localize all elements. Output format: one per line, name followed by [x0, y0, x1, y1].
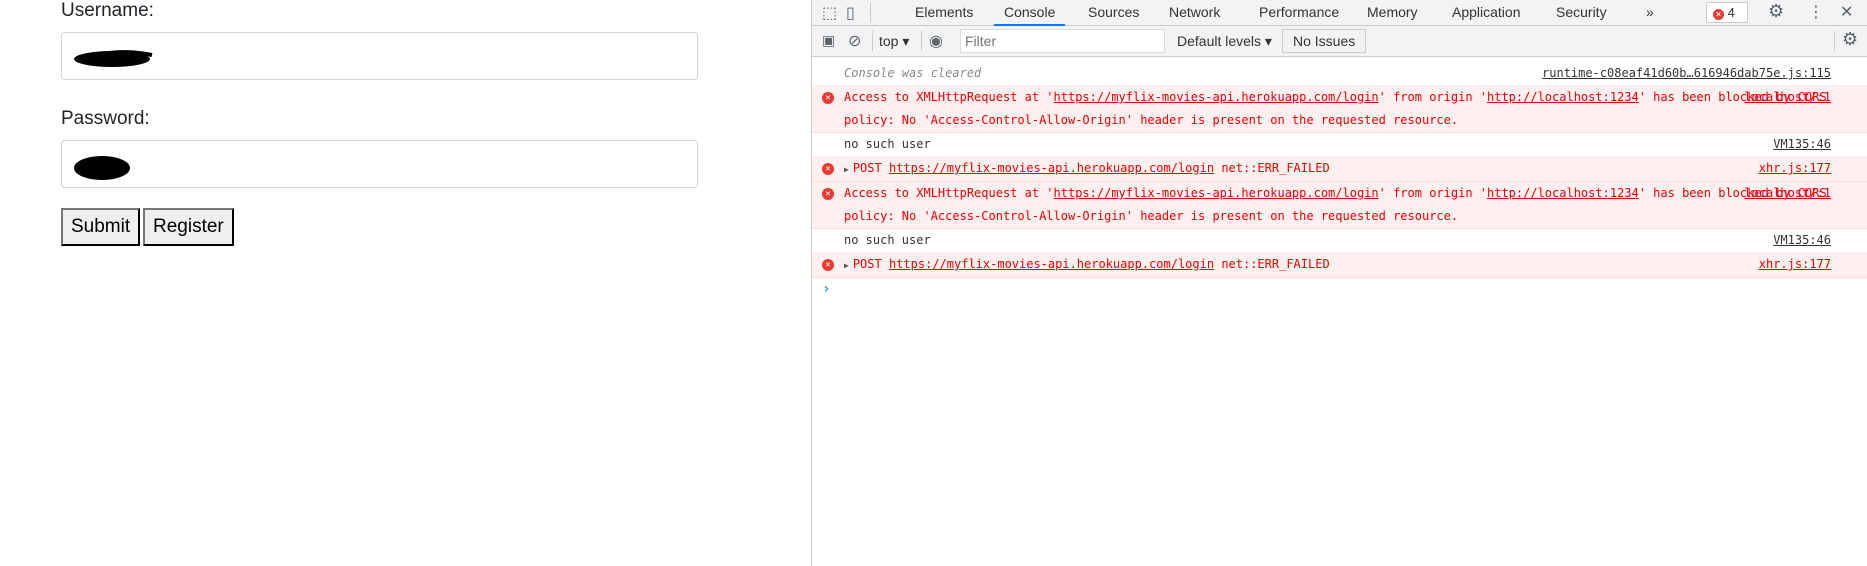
tab-network[interactable]: Network	[1169, 0, 1220, 26]
devtools-panel: ⬚ ▯ Elements Console Sources Network Per…	[811, 0, 1867, 566]
request-url-link[interactable]: https://myflix-movies-api.herokuapp.com/…	[1054, 90, 1379, 104]
message-source-link[interactable]: xhr.js:177	[1759, 253, 1831, 276]
username-input[interactable]	[61, 32, 698, 80]
tab-memory[interactable]: Memory	[1367, 0, 1418, 26]
console-message: no such user VM135:46	[812, 133, 1867, 157]
eye-icon[interactable]: ◉	[929, 31, 943, 51]
message-source-link[interactable]: VM135:46	[1773, 133, 1831, 156]
console-toolbar: ▣ ⊘ top ▾ ◉ Default levels ▾ No Issues ⚙	[812, 26, 1867, 57]
kebab-menu-icon[interactable]: ⋮	[1808, 2, 1824, 21]
message-source-link[interactable]: xhr.js:177	[1759, 157, 1831, 180]
console-error-message: ✕ Access to XMLHttpRequest at 'https://my…	[812, 182, 1867, 229]
tab-performance[interactable]: Performance	[1259, 0, 1339, 26]
context-value: top	[879, 33, 899, 49]
redaction-scribble	[74, 50, 153, 67]
error-count-badge[interactable]: ✕ 4	[1706, 2, 1748, 23]
sidebar-toggle-icon[interactable]: ▣	[822, 32, 835, 49]
origin-link[interactable]: http://localhost:1234	[1487, 186, 1639, 200]
request-url-link[interactable]: https://myflix-movies-api.herokuapp.com/…	[889, 257, 1214, 271]
prompt-chevron-icon: ›	[822, 281, 831, 297]
message-source-link[interactable]: localhost/:1	[1744, 182, 1831, 205]
password-input[interactable]	[61, 140, 698, 188]
tab-elements[interactable]: Elements	[915, 0, 973, 26]
username-label: Username:	[61, 0, 154, 21]
message-source-link[interactable]: runtime-c08eaf41d60b…616946dab75e.js:115	[1542, 62, 1831, 85]
more-tabs-button[interactable]: »	[1646, 0, 1654, 26]
context-selector[interactable]: top ▾	[879, 33, 909, 50]
redaction-scribble	[74, 156, 130, 180]
console-messages: Console was cleared runtime-c08eaf41d60b……	[812, 57, 1867, 301]
console-message: no such user VM135:46	[812, 229, 1867, 253]
error-icon: ✕	[822, 188, 834, 200]
device-toolbar-icon[interactable]: ▯	[846, 3, 855, 22]
password-label: Password:	[61, 108, 150, 129]
request-url-link[interactable]: https://myflix-movies-api.herokuapp.com/…	[1054, 186, 1379, 200]
console-error-message: ✕ Access to XMLHttpRequest at 'https://my…	[812, 86, 1867, 133]
message-text: no such user	[844, 137, 931, 151]
devtools-tabbar: ⬚ ▯ Elements Console Sources Network Per…	[812, 0, 1867, 26]
console-error-message[interactable]: ✕ ▶ POST https://myflix-movies-api.herokua…	[812, 253, 1867, 278]
error-count: 4	[1727, 5, 1735, 20]
submit-button[interactable]: Submit	[61, 208, 141, 246]
message-source-link[interactable]: localhost/:1	[1744, 86, 1831, 109]
tab-application[interactable]: Application	[1452, 0, 1521, 26]
settings-gear-icon[interactable]: ⚙	[1768, 1, 1784, 22]
error-icon: ✕	[822, 259, 834, 271]
tab-console[interactable]: Console	[994, 0, 1066, 26]
console-settings-icon[interactable]: ⚙	[1842, 29, 1858, 50]
log-levels-value: Default levels	[1177, 33, 1262, 49]
login-page: Username: Password: Submit Register	[0, 0, 811, 566]
error-icon: ✕	[822, 163, 834, 175]
origin-link[interactable]: http://localhost:1234	[1487, 90, 1639, 104]
inspect-element-icon[interactable]: ⬚	[822, 3, 837, 22]
clear-console-icon[interactable]: ⊘	[848, 31, 861, 51]
tab-security[interactable]: Security	[1556, 0, 1607, 26]
register-button[interactable]: Register	[143, 208, 234, 246]
issues-button[interactable]: No Issues	[1282, 29, 1367, 53]
message-text: Console was cleared	[844, 66, 982, 80]
error-icon: ✕	[1713, 9, 1724, 20]
error-icon: ✕	[822, 92, 834, 104]
close-icon[interactable]: ✕	[1840, 2, 1853, 21]
tab-sources[interactable]: Sources	[1088, 0, 1139, 26]
console-error-message[interactable]: ✕ ▶ POST https://myflix-movies-api.herokua…	[812, 157, 1867, 182]
log-levels-dropdown[interactable]: Default levels ▾	[1177, 33, 1272, 50]
filter-input[interactable]	[960, 29, 1165, 53]
expand-triangle-icon[interactable]: ▶	[844, 261, 849, 270]
message-text: no such user	[844, 233, 931, 247]
expand-triangle-icon[interactable]: ▶	[844, 165, 849, 174]
request-url-link[interactable]: https://myflix-movies-api.herokuapp.com/…	[889, 161, 1214, 175]
console-prompt[interactable]: ›	[812, 278, 1867, 301]
message-source-link[interactable]: VM135:46	[1773, 229, 1831, 252]
console-message: Console was cleared runtime-c08eaf41d60b……	[812, 62, 1867, 86]
